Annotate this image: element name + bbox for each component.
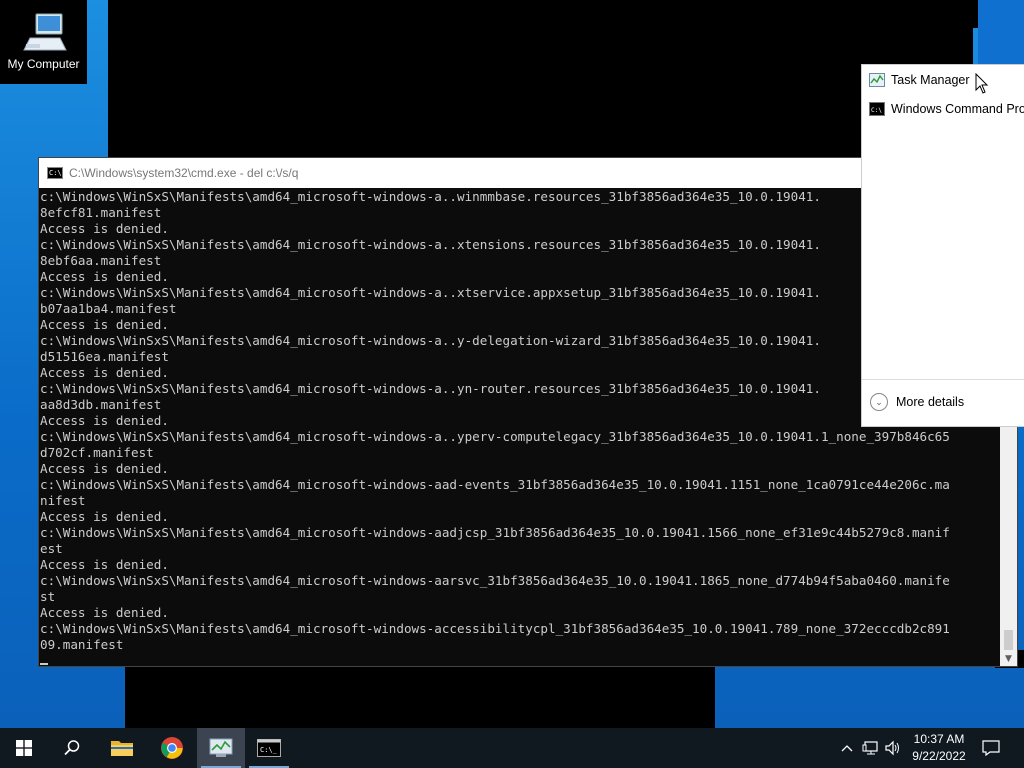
- black-region: [125, 665, 715, 730]
- clock-date: 9/22/2022: [912, 749, 966, 763]
- action-center-button[interactable]: [976, 728, 1006, 768]
- jump-list-item-label: Task Manager: [891, 73, 970, 87]
- console-line: d702cf.manifest: [40, 445, 154, 460]
- clock-time: 10:37 AM: [913, 732, 965, 746]
- search-icon: [64, 740, 80, 756]
- speaker-icon: [885, 740, 899, 756]
- taskbar-clock[interactable]: 10:37 AM 9/22/2022: [904, 731, 974, 765]
- chrome-icon: [161, 737, 183, 759]
- console-line: c:\Windows\WinSxS\Manifests\amd64_micros…: [40, 573, 950, 588]
- black-region: [978, 0, 1024, 65]
- console-line: Access is denied.: [40, 269, 169, 284]
- divider: [862, 379, 1024, 380]
- cmd-taskbar-button[interactable]: C:\_: [245, 728, 293, 768]
- chevron-down-icon: ⌄: [870, 393, 888, 411]
- chevron-up-icon: [841, 745, 853, 752]
- console-line: Access is denied.: [40, 317, 169, 332]
- desktop-icon-label: My Computer: [7, 57, 80, 71]
- chrome-button[interactable]: [148, 728, 196, 768]
- search-button[interactable]: [48, 728, 96, 768]
- console-line: c:\Windows\WinSxS\Manifests\amd64_micros…: [40, 621, 950, 636]
- network-button[interactable]: [860, 728, 882, 768]
- console-line: c:\Windows\WinSxS\Manifests\amd64_micros…: [40, 237, 821, 252]
- jump-list-menu: Task Manager C:\ Windows Command Process…: [861, 64, 1024, 427]
- task-manager-icon: [869, 73, 885, 87]
- console-line: Access is denied.: [40, 461, 169, 476]
- task-manager-icon: [209, 738, 233, 757]
- console-line: est: [40, 541, 63, 556]
- start-button[interactable]: [0, 728, 48, 768]
- console-line: aa8d3db.manifest: [40, 397, 162, 412]
- task-manager-taskbar-button[interactable]: [197, 728, 245, 768]
- console-line: b07aa1ba4.manifest: [40, 301, 177, 316]
- svg-text:C:\: C:\: [871, 107, 882, 114]
- console-output[interactable]: c:\Windows\WinSxS\Manifests\amd64_micros…: [40, 188, 1000, 666]
- console-line: c:\Windows\WinSxS\Manifests\amd64_micros…: [40, 381, 821, 396]
- console-line: c:\Windows\WinSxS\Manifests\amd64_micros…: [40, 189, 821, 204]
- scrollbar-thumb[interactable]: [1004, 630, 1013, 650]
- cmd-icon: C:\_: [257, 739, 281, 757]
- console-line: Access is denied.: [40, 605, 169, 620]
- folder-icon: [111, 741, 133, 756]
- console-line: 8ebf6aa.manifest: [40, 253, 162, 268]
- taskbar: C:\_ 10:37 AM 9/22/2022: [0, 728, 1024, 768]
- cmd-icon: C:\: [47, 167, 63, 179]
- console-line: Access is denied.: [40, 557, 169, 572]
- console-line: Access is denied.: [40, 509, 169, 524]
- console-line: Access is denied.: [40, 413, 169, 428]
- cmd-title: C:\Windows\system32\cmd.exe - del c:\/s/…: [69, 166, 299, 180]
- console-line: 8efcf81.manifest: [40, 205, 162, 220]
- console-line: d51516ea.manifest: [40, 349, 169, 364]
- console-line: st: [40, 589, 56, 604]
- more-details-label: More details: [896, 395, 965, 409]
- show-hidden-icons-button[interactable]: [836, 728, 858, 768]
- file-explorer-button[interactable]: [98, 728, 146, 768]
- volume-button[interactable]: [882, 728, 904, 768]
- notification-icon: [982, 740, 1000, 756]
- scroll-down-arrow-icon[interactable]: ▼: [1004, 655, 1013, 664]
- jump-list-item-label: Windows Command Processor: [891, 102, 1024, 116]
- console-line: c:\Windows\WinSxS\Manifests\amd64_micros…: [40, 477, 950, 492]
- console-line: c:\Windows\WinSxS\Manifests\amd64_micros…: [40, 429, 950, 444]
- windows-logo-icon: [16, 740, 32, 756]
- jump-list-item-task-manager[interactable]: Task Manager: [862, 67, 970, 93]
- console-cursor: [40, 663, 48, 665]
- network-icon: [862, 741, 878, 755]
- console-line: c:\Windows\WinSxS\Manifests\amd64_micros…: [40, 525, 950, 540]
- more-details-button[interactable]: ⌄ More details: [870, 393, 964, 411]
- desktop-icon-my-computer[interactable]: My Computer: [0, 0, 87, 84]
- console-line: c:\Windows\WinSxS\Manifests\amd64_micros…: [40, 333, 821, 348]
- svg-text:C:\_: C:\_: [260, 746, 278, 754]
- mouse-pointer-icon: [975, 72, 989, 99]
- console-line: nifest: [40, 493, 86, 508]
- console-line: Access is denied.: [40, 221, 169, 236]
- console-line: c:\Windows\WinSxS\Manifests\amd64_micros…: [40, 285, 821, 300]
- console-line: Access is denied.: [40, 365, 169, 380]
- black-region: [143, 0, 973, 160]
- computer-icon: [20, 8, 68, 56]
- jump-list-item-cmd[interactable]: C:\ Windows Command Processor: [862, 96, 1024, 122]
- cmd-icon: C:\: [869, 102, 885, 116]
- console-line: 09.manifest: [40, 637, 124, 652]
